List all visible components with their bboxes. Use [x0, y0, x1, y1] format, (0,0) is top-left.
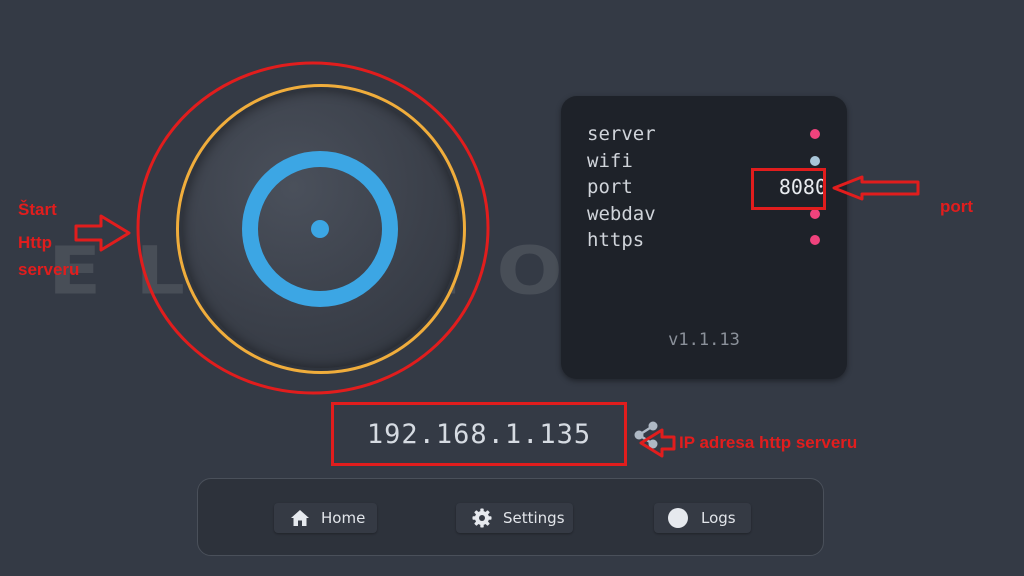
- server-status-indicator: [810, 129, 820, 139]
- status-row-server: server: [587, 121, 827, 147]
- logs-circle-icon: [668, 508, 688, 528]
- home-button[interactable]: Home: [274, 503, 377, 533]
- gear-icon: [472, 508, 492, 528]
- home-label: Home: [321, 509, 366, 527]
- status-panel: server wifi port 8080 webdav https v1.1.…: [561, 96, 847, 379]
- status-row-https: https: [587, 227, 827, 253]
- start-server-button[interactable]: [182, 90, 460, 368]
- logs-label: Logs: [701, 509, 736, 527]
- app-version: v1.1.13: [668, 330, 740, 350]
- status-label: https: [587, 229, 645, 251]
- annotation-ip: IP adresa http serveru: [679, 433, 858, 452]
- webdav-status-indicator: [810, 209, 820, 219]
- bottom-nav-bar: Home Settings Logs: [197, 478, 824, 556]
- logs-button[interactable]: Logs: [654, 503, 751, 533]
- status-label: wifi: [587, 150, 633, 172]
- status-label: webdav: [587, 203, 656, 225]
- power-dot-icon: [311, 220, 329, 238]
- annotation-start-line1: Štart: [18, 200, 57, 219]
- settings-button[interactable]: Settings: [456, 503, 573, 533]
- annotation-start-line3: serveru: [18, 260, 80, 279]
- status-label: port: [587, 176, 633, 198]
- wifi-status-indicator: [810, 156, 820, 166]
- annotation-port: port: [940, 197, 974, 216]
- ip-highlight-box: [331, 402, 627, 466]
- status-label: server: [587, 123, 656, 145]
- port-highlight-box: [751, 168, 826, 210]
- home-icon: [291, 510, 309, 526]
- share-icon[interactable]: [631, 420, 661, 450]
- https-status-indicator: [810, 235, 820, 245]
- annotation-start-line2: Http: [18, 233, 52, 252]
- settings-label: Settings: [503, 509, 565, 527]
